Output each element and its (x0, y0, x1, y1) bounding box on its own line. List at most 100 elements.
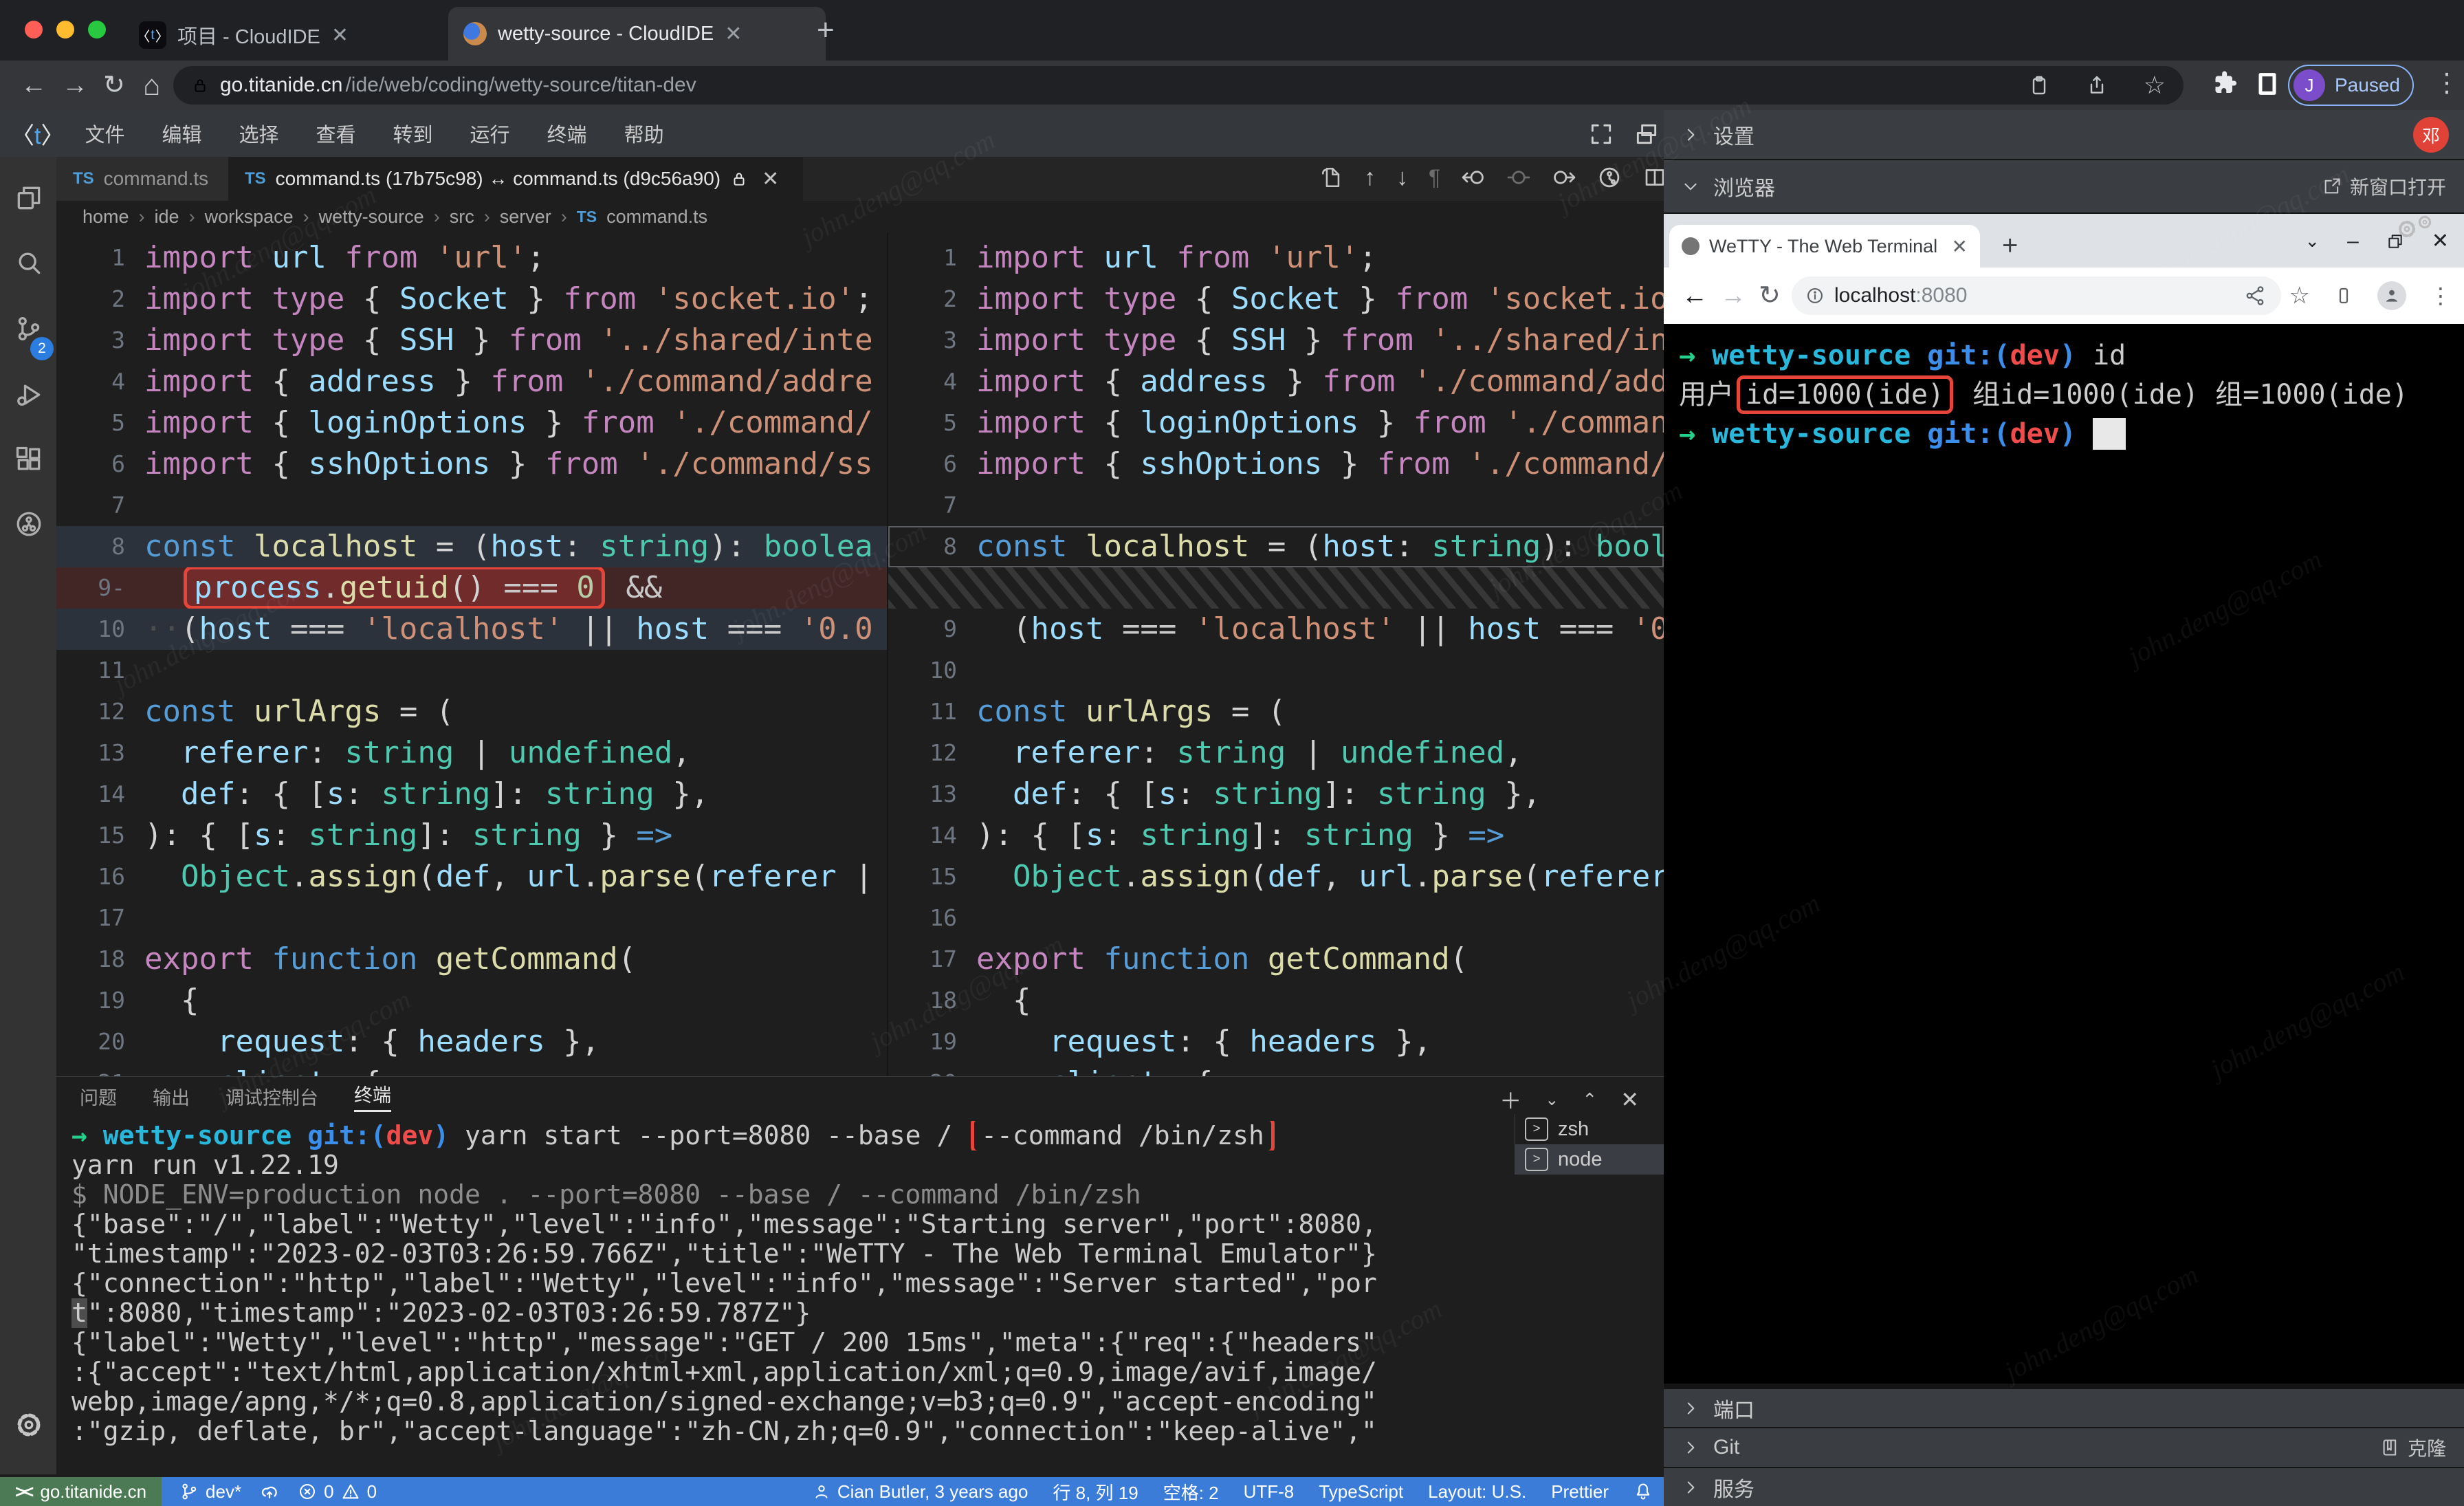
tab-list-chevron-icon[interactable]: ⌄ (2304, 230, 2320, 252)
section-browser[interactable]: 浏览器 新窗口打开 (1664, 160, 2464, 212)
forward-icon[interactable]: → (1720, 281, 1746, 310)
home-icon[interactable]: ⌂ (143, 72, 160, 99)
extensions-puzzle-icon[interactable] (2208, 69, 2237, 98)
forward-icon[interactable]: → (62, 72, 88, 99)
breadcrumb-item[interactable]: command.ts (606, 206, 707, 228)
breadcrumb-item[interactable]: wetty-source (319, 206, 424, 228)
breadcrumb-item[interactable]: server (500, 206, 551, 228)
next-change-icon[interactable]: ↓ (1396, 164, 1408, 191)
reload-icon[interactable]: ↻ (1759, 281, 1781, 310)
new-terminal-icon[interactable]: ＋ (1499, 1084, 1521, 1115)
reading-list-icon[interactable] (2333, 285, 2354, 306)
browser-profile-button[interactable]: J Paused (2288, 65, 2414, 106)
side-panel-icon[interactable] (2254, 70, 2281, 98)
apply-right-icon[interactable] (1552, 165, 1576, 190)
wetty-settings-gear-icon[interactable] (2395, 217, 2434, 241)
breadcrumb-item[interactable]: ide (155, 206, 179, 228)
terminal-session-zsh[interactable]: >zsh (1515, 1114, 1664, 1144)
share-icon[interactable] (2086, 74, 2108, 96)
git-graph-icon[interactable] (1597, 165, 1622, 190)
git-blame-info[interactable]: Cian Butler, 3 years ago (813, 1481, 1028, 1503)
section-services[interactable]: 服务 (1664, 1468, 2464, 1506)
menu-dots-icon[interactable]: ⋮ (2430, 283, 2452, 309)
menu-终端[interactable]: 终端 (547, 119, 587, 148)
tab-close-icon[interactable]: ✕ (762, 167, 779, 191)
macos-zoom-button[interactable] (88, 21, 106, 39)
embedded-address-bar[interactable]: localhost:8080 (1792, 276, 2281, 315)
breadcrumb-item[interactable]: src (450, 206, 474, 228)
macos-minimize-button[interactable] (56, 21, 74, 39)
keyboard-layout[interactable]: Layout: U.S. (1428, 1481, 1526, 1503)
wetty-terminal[interactable]: → wetty-source git:(dev) id用户id=1000(ide… (1664, 324, 2464, 1384)
panel-tab-输出[interactable]: 输出 (153, 1083, 190, 1110)
open-file-icon[interactable] (1320, 166, 1343, 189)
section-settings[interactable]: 设置 (1664, 110, 2464, 159)
browser-avatar-icon[interactable] (2377, 281, 2406, 310)
menu-文件[interactable]: 文件 (85, 119, 124, 148)
whitespace-icon[interactable]: ¶ (1429, 165, 1440, 190)
remote-indicator[interactable]: >< go.titanide.cn (0, 1477, 162, 1506)
browser-tab-active[interactable]: wetty-source - CloudIDE ✕ (448, 7, 826, 61)
breadcrumb[interactable]: home›ide›workspace›wetty-source›src›serv… (56, 201, 1664, 232)
problems-indicator[interactable]: 0 0 (298, 1481, 377, 1503)
tab-close-icon[interactable]: ✕ (725, 22, 742, 46)
settings-gear-icon[interactable] (14, 1410, 44, 1440)
menu-查看[interactable]: 查看 (316, 119, 356, 148)
address-bar[interactable]: go.titanide.cn/ide/web/coding/wetty-sour… (173, 66, 2184, 105)
breadcrumb-item[interactable]: home (82, 206, 129, 228)
encoding[interactable]: UTF-8 (1244, 1481, 1295, 1503)
editor-tab-active[interactable]: TS command.ts (17b75c98) ↔ command.ts (d… (228, 157, 803, 201)
tab-close-icon[interactable]: ✕ (331, 23, 349, 47)
menu-运行[interactable]: 运行 (470, 119, 510, 148)
revert-left-icon[interactable] (1461, 165, 1486, 190)
menu-转到[interactable]: 转到 (393, 119, 433, 148)
layout-icon[interactable] (1634, 121, 1660, 147)
panel-tab-终端[interactable]: 终端 (354, 1080, 391, 1112)
new-tab-icon[interactable]: + (2002, 232, 2018, 259)
change-dot-icon[interactable] (1506, 165, 1531, 190)
terminal-session-node[interactable]: >node (1515, 1144, 1664, 1175)
browser-tab-inactive[interactable]: 〈t〉 项目 - CloudIDE ✕ (124, 10, 477, 61)
menu-帮助[interactable]: 帮助 (624, 119, 664, 148)
cursor-position[interactable]: 行 8, 列 19 (1053, 1479, 1138, 1505)
back-icon[interactable]: ← (21, 72, 47, 99)
sync-changes-button[interactable] (259, 1481, 280, 1502)
formatter[interactable]: Prettier (1551, 1481, 1609, 1503)
remote-explorer-icon[interactable] (14, 509, 44, 539)
branch-indicator[interactable]: dev* (179, 1481, 241, 1503)
section-git[interactable]: Git 克隆 (1664, 1428, 2464, 1467)
new-tab-button[interactable]: + (817, 15, 835, 45)
embedded-browser-tab[interactable]: WeTTY - The Web Terminal E ✕ (1669, 225, 1980, 268)
run-debug-icon[interactable] (14, 380, 44, 410)
close-icon[interactable]: ✕ (2432, 229, 2449, 253)
reload-icon[interactable]: ↻ (103, 72, 125, 99)
explorer-icon[interactable] (14, 183, 44, 213)
bookmark-star-icon[interactable]: ☆ (2144, 71, 2166, 100)
git-clone-button[interactable]: 克隆 (2380, 1434, 2446, 1461)
diff-editor[interactable]: 1import url from 'url';2import type { So… (56, 232, 1664, 1076)
browser-menu-icon[interactable]: ⋮ (2434, 67, 2460, 98)
menu-选择[interactable]: 选择 (239, 119, 278, 148)
bookmark-star-icon[interactable]: ☆ (2289, 282, 2310, 309)
terminal-output[interactable]: → wetty-source git:(dev) yarn start --po… (72, 1121, 1499, 1474)
search-icon[interactable] (14, 248, 44, 278)
panel-tab-问题[interactable]: 问题 (80, 1083, 117, 1110)
macos-close-button[interactable] (25, 21, 43, 39)
open-new-window-button[interactable]: 新窗口打开 (2322, 173, 2446, 200)
share-nodes-icon[interactable] (2244, 285, 2266, 307)
section-ports[interactable]: 端口 (1664, 1389, 2464, 1427)
save-clipboard-icon[interactable] (2028, 74, 2050, 96)
breadcrumb-item[interactable]: workspace (205, 206, 294, 228)
language-mode[interactable]: TypeScript (1319, 1481, 1403, 1503)
extensions-icon[interactable] (14, 444, 44, 474)
editor-tab-inactive[interactable]: TS command.ts (56, 157, 228, 201)
terminal-dropdown-icon[interactable]: ⌄ (1545, 1090, 1559, 1110)
tab-close-icon[interactable]: ✕ (1952, 235, 1968, 258)
user-avatar[interactable]: 邓 (2413, 117, 2449, 153)
notifications-bell-icon[interactable] (1634, 1482, 1653, 1501)
close-panel-icon[interactable]: ✕ (1620, 1087, 1639, 1113)
back-icon[interactable]: ← (1682, 281, 1708, 310)
panel-tab-调试控制台[interactable]: 调试控制台 (226, 1083, 318, 1110)
indentation[interactable]: 空格: 2 (1163, 1479, 1219, 1505)
menu-编辑[interactable]: 编辑 (162, 119, 201, 148)
